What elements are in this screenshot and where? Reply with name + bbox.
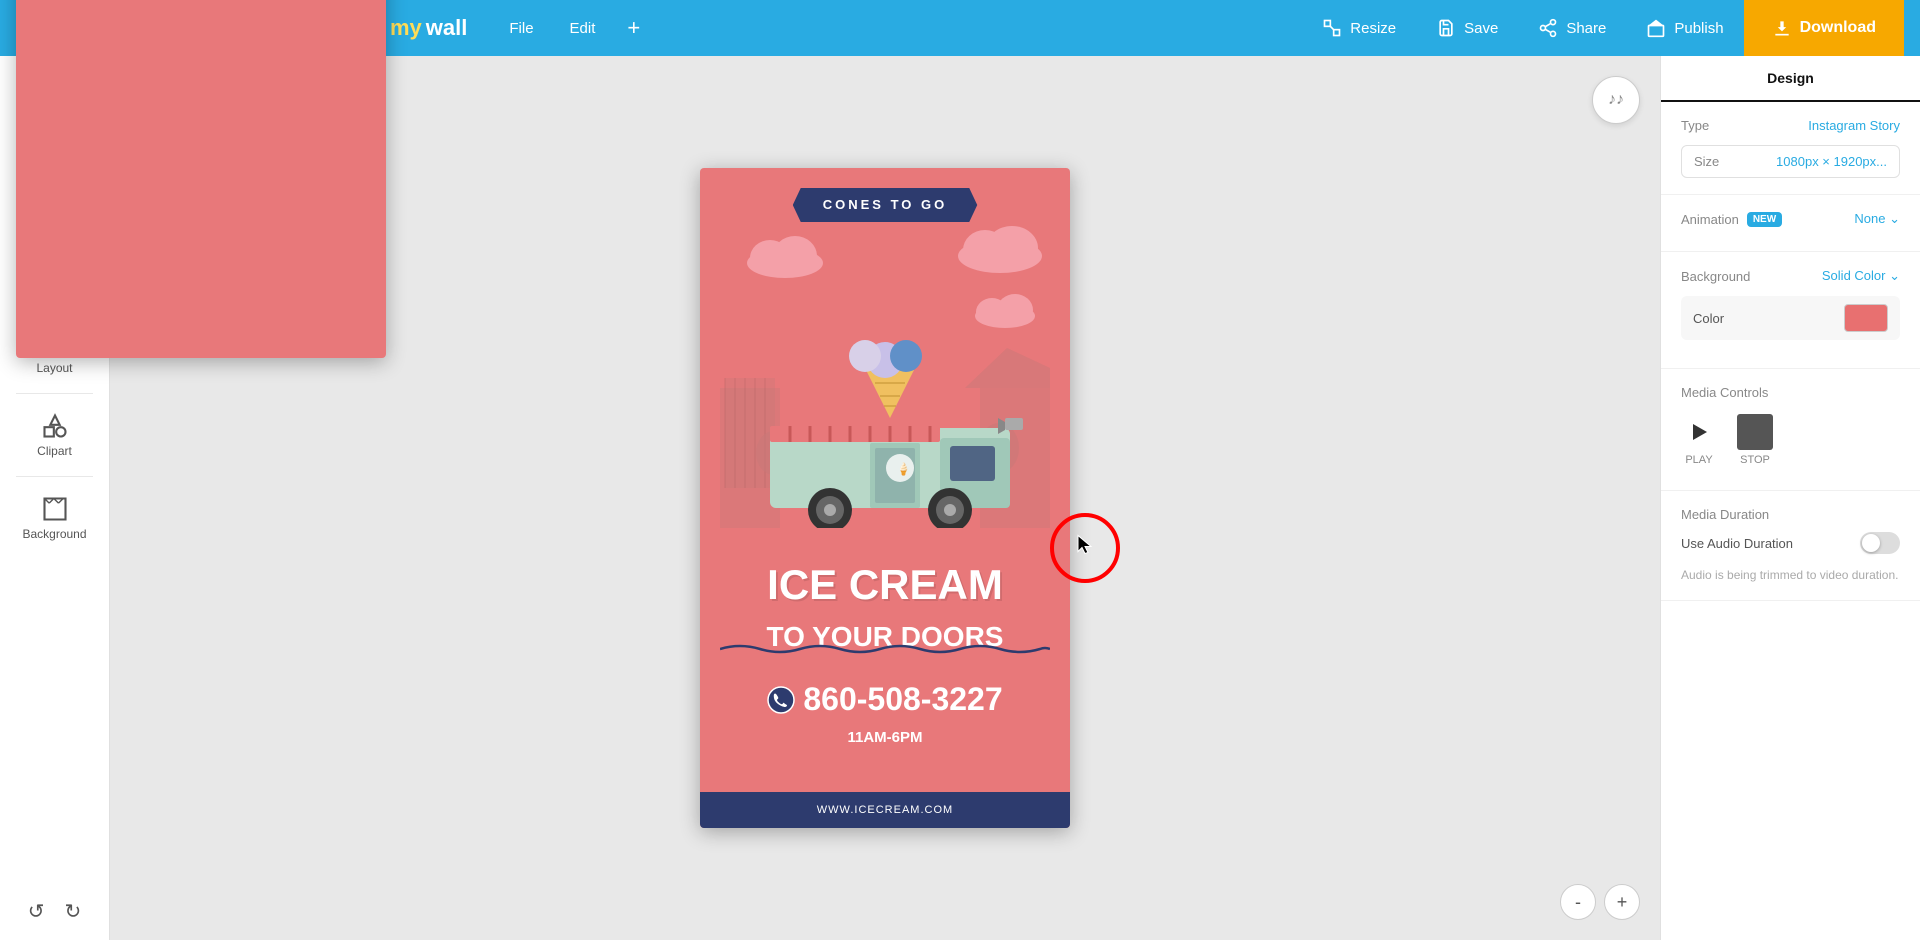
- bg-value[interactable]: Solid Color ⌄: [1822, 268, 1900, 284]
- sidebar-divider-4: [16, 393, 92, 394]
- type-size-section: Type Instagram Story Size 1080px × 1920p…: [1661, 102, 1920, 195]
- logo-wall: wall: [426, 15, 468, 41]
- zoom-in-button[interactable]: +: [1604, 884, 1640, 920]
- clipart-icon: [41, 412, 69, 440]
- logo-poster: poster: [16, 0, 386, 358]
- bg-row: Background Solid Color ⌄: [1681, 268, 1900, 284]
- cursor-arrow: [1075, 534, 1095, 563]
- phone-icon: [767, 686, 795, 714]
- publish-button[interactable]: Publish: [1626, 0, 1743, 56]
- file-menu[interactable]: File: [491, 0, 551, 56]
- share-icon: [1538, 18, 1558, 38]
- cloud-1: [740, 228, 830, 283]
- poster-website: WWW.ICECREAM.COM: [817, 804, 953, 816]
- music-button[interactable]: ♪♪: [1592, 76, 1640, 124]
- save-icon: [1436, 18, 1456, 38]
- play-icon: [1687, 420, 1711, 444]
- share-label: Share: [1566, 20, 1606, 37]
- download-label: Download: [1800, 19, 1876, 37]
- animation-value[interactable]: None ⌄: [1854, 211, 1900, 227]
- background-section: Background Solid Color ⌄ Color: [1661, 252, 1920, 369]
- undo-button[interactable]: ↺: [18, 893, 55, 930]
- zoom-controls: - +: [1560, 884, 1640, 920]
- background-icon: [41, 495, 69, 523]
- sidebar-item-clipart[interactable]: Clipart: [0, 398, 109, 472]
- poster-hours: 11AM-6PM: [700, 729, 1070, 746]
- publish-label: Publish: [1674, 20, 1723, 37]
- play-control: PLAY: [1681, 414, 1717, 466]
- wave-decoration: [720, 642, 1050, 660]
- sidebar-item-background[interactable]: Background: [0, 481, 109, 555]
- poster-bottom-bar: WWW.ICECREAM.COM: [700, 792, 1070, 828]
- animation-row: Animation NEW None ⌄: [1681, 211, 1900, 227]
- color-row: Color: [1681, 296, 1900, 340]
- poster-banner: CONES TO GO: [793, 188, 978, 222]
- sidebar-divider-5: [16, 476, 92, 477]
- type-value: Instagram Story: [1808, 118, 1900, 133]
- truck-scene: 🍦: [700, 288, 1070, 528]
- poster-banner-text: CONES TO GO: [823, 197, 948, 212]
- resize-icon: [1322, 18, 1342, 38]
- media-duration-section: Media Duration Use Audio Duration Audio …: [1661, 491, 1920, 601]
- new-badge: NEW: [1747, 212, 1782, 227]
- right-panel: Design Type Instagram Story Size 1080px …: [1660, 56, 1920, 940]
- undo-redo-controls: ↺ ↻: [18, 883, 92, 940]
- use-audio-label: Use Audio Duration: [1681, 536, 1793, 551]
- animation-section: Animation NEW None ⌄: [1661, 195, 1920, 252]
- layout-label: Layout: [36, 361, 72, 375]
- poster-main-title: ICE CREAM: [700, 562, 1070, 608]
- toggle-knob: [1862, 534, 1880, 552]
- cloud-2: [950, 218, 1050, 278]
- zoom-out-button[interactable]: -: [1560, 884, 1596, 920]
- color-swatch[interactable]: [1844, 304, 1888, 332]
- media-controls-section: Media Controls PLAY STOP: [1661, 369, 1920, 491]
- stop-control: STOP: [1737, 414, 1773, 466]
- publish-icon: [1646, 18, 1666, 38]
- panel-tabs: Design: [1661, 56, 1920, 102]
- size-label: Size: [1694, 154, 1719, 169]
- type-row: Type Instagram Story: [1681, 118, 1900, 133]
- resize-button[interactable]: Resize: [1302, 0, 1416, 56]
- use-audio-toggle[interactable]: [1860, 532, 1900, 554]
- zoom-plus-icon: +: [1617, 892, 1628, 913]
- redo-button[interactable]: ↻: [55, 893, 92, 930]
- type-label: Type: [1681, 118, 1709, 133]
- logo-my: my: [390, 15, 422, 41]
- svg-text:🍦: 🍦: [896, 462, 911, 476]
- stop-label: STOP: [1740, 454, 1770, 466]
- background-label: Background: [22, 527, 86, 541]
- resize-label: Resize: [1350, 20, 1396, 37]
- audio-note: Audio is being trimmed to video duration…: [1681, 566, 1900, 584]
- download-icon: [1772, 18, 1792, 38]
- bg-label: Background: [1681, 269, 1750, 284]
- media-duration-title: Media Duration: [1681, 507, 1900, 522]
- stop-button[interactable]: [1737, 414, 1773, 450]
- edit-menu[interactable]: Edit: [552, 0, 614, 56]
- media-controls-title: Media Controls: [1681, 385, 1900, 400]
- size-box[interactable]: Size 1080px × 1920px...: [1681, 145, 1900, 178]
- animation-label: Animation: [1681, 212, 1739, 227]
- poster-canvas: 🍦: [700, 168, 1070, 828]
- save-button[interactable]: Save: [1416, 0, 1518, 56]
- logo[interactable]: postermywall: [16, 0, 467, 358]
- size-value: 1080px × 1920px...: [1776, 154, 1887, 169]
- music-icon: ♪♪: [1608, 91, 1624, 109]
- media-controls-row: PLAY STOP: [1681, 414, 1900, 466]
- tab-design[interactable]: Design: [1661, 56, 1920, 102]
- color-label: Color: [1693, 311, 1724, 326]
- share-button[interactable]: Share: [1518, 0, 1626, 56]
- topbar: postermywall File Edit + Resize Save Sha…: [0, 0, 1920, 56]
- use-audio-row: Use Audio Duration: [1681, 532, 1900, 554]
- add-button[interactable]: +: [613, 0, 654, 56]
- play-label: PLAY: [1685, 454, 1712, 466]
- phone-number: 860-508-3227: [803, 681, 1002, 718]
- download-button[interactable]: Download: [1744, 0, 1904, 56]
- play-button[interactable]: [1681, 414, 1717, 450]
- save-label: Save: [1464, 20, 1498, 37]
- poster-phone: 860-508-3227: [700, 681, 1070, 718]
- zoom-minus-icon: -: [1575, 892, 1581, 913]
- clipart-label: Clipart: [37, 444, 72, 458]
